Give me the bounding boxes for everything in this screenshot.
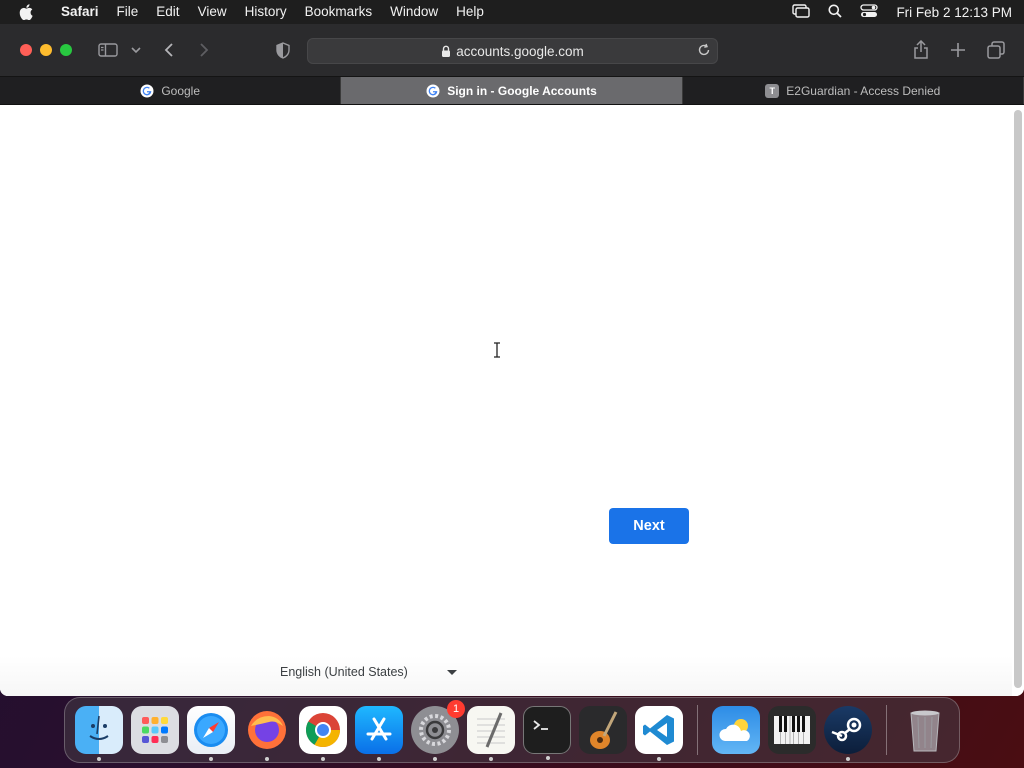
- google-g-icon: [426, 84, 440, 98]
- tab-google[interactable]: Google: [0, 77, 342, 104]
- language-label: English (United States): [280, 665, 408, 679]
- scrollbar[interactable]: [1014, 110, 1022, 688]
- menu-clock[interactable]: Fri Feb 2 12:13 PM: [896, 5, 1012, 20]
- chevron-down-icon[interactable]: [124, 38, 148, 62]
- next-button[interactable]: Next: [609, 508, 689, 544]
- tab-sign-in-google-accounts[interactable]: Sign in - Google Accounts: [341, 77, 683, 104]
- menu-history[interactable]: History: [236, 0, 296, 24]
- control-center-icon[interactable]: [860, 3, 879, 21]
- url-text: accounts.google.com: [456, 43, 584, 59]
- screen-mirroring-icon[interactable]: [792, 3, 811, 21]
- menu-window[interactable]: Window: [381, 0, 447, 24]
- lock-icon: [441, 45, 451, 58]
- menu-view[interactable]: View: [189, 0, 236, 24]
- share-icon[interactable]: [909, 38, 933, 62]
- window-minimize-button[interactable]: [40, 44, 52, 56]
- forward-arrow-icon[interactable]: [192, 38, 216, 62]
- text-cursor-icon: [492, 342, 502, 363]
- letter-t-favicon-icon: T: [765, 83, 780, 98]
- tab-label: Google: [161, 83, 201, 98]
- new-tab-plus-icon[interactable]: [946, 38, 970, 62]
- privacy-shield-icon[interactable]: [271, 38, 295, 62]
- menu-app-name[interactable]: Safari: [52, 0, 108, 24]
- tab-bar: Google Sign in - Google Accounts T E2Gua…: [0, 77, 1024, 105]
- system-settings-icon[interactable]: 1: [411, 700, 465, 761]
- back-arrow-icon[interactable]: [157, 38, 181, 62]
- app-store-icon[interactable]: [355, 706, 403, 761]
- spotlight-search-icon[interactable]: [828, 4, 843, 21]
- piano-icon[interactable]: [768, 706, 816, 754]
- tab-overview-icon[interactable]: [984, 38, 1008, 62]
- tab-label: E2Guardian - Access Denied: [786, 83, 941, 98]
- vscode-icon[interactable]: [635, 706, 683, 761]
- sidebar-toggle-icon[interactable]: [96, 38, 120, 62]
- safari-window: accounts.google.com Google Sign in - Goo: [0, 24, 1024, 696]
- dock-separator: [886, 705, 887, 755]
- menu-bookmarks[interactable]: Bookmarks: [296, 0, 382, 24]
- page-footer: [0, 656, 1012, 696]
- chrome-icon[interactable]: [299, 706, 347, 761]
- terminal-icon[interactable]: [523, 706, 571, 760]
- tab-e2guardian[interactable]: T E2Guardian - Access Denied: [683, 77, 1024, 104]
- menu-help[interactable]: Help: [447, 0, 493, 24]
- finder-icon[interactable]: [75, 706, 123, 761]
- launchpad-icon[interactable]: [131, 706, 179, 754]
- firefox-icon[interactable]: [243, 706, 291, 761]
- safari-icon[interactable]: [187, 706, 235, 761]
- menu-bar: Safari File Edit View History Bookmarks …: [0, 0, 1024, 24]
- apple-menu-icon[interactable]: [0, 4, 52, 20]
- caret-down-icon: [447, 669, 457, 675]
- dock: 1: [64, 697, 960, 763]
- browser-toolbar: accounts.google.com: [0, 24, 1024, 77]
- address-bar[interactable]: accounts.google.com: [307, 38, 718, 64]
- dock-separator: [697, 705, 698, 755]
- google-g-icon: [140, 84, 154, 98]
- textedit-icon[interactable]: [467, 706, 515, 761]
- page-content: Next English (United States): [0, 106, 1024, 696]
- reload-icon[interactable]: [697, 43, 711, 57]
- tab-label: Sign in - Google Accounts: [447, 83, 597, 98]
- menu-file[interactable]: File: [108, 0, 148, 24]
- language-selector[interactable]: English (United States): [280, 661, 460, 683]
- trash-icon[interactable]: [901, 706, 949, 754]
- menu-edit[interactable]: Edit: [147, 0, 188, 24]
- notification-badge: 1: [447, 700, 465, 718]
- garageband-icon[interactable]: [579, 706, 627, 754]
- weather-icon[interactable]: [712, 706, 760, 754]
- steam-icon[interactable]: [824, 706, 872, 761]
- window-close-button[interactable]: [20, 44, 32, 56]
- window-zoom-button[interactable]: [60, 44, 72, 56]
